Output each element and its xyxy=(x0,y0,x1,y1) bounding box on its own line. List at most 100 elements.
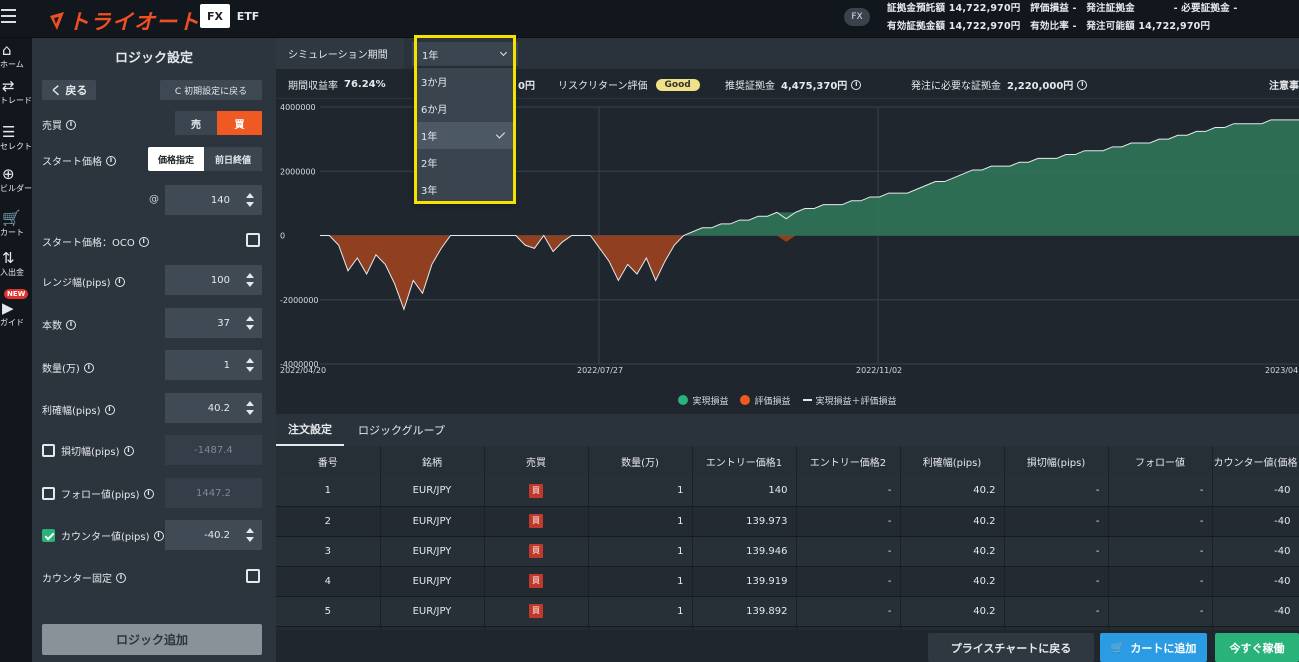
legend-line-icon xyxy=(802,399,812,401)
info-icon[interactable]: i xyxy=(66,119,76,130)
oco-label: スタート価格：OCO xyxy=(42,238,135,249)
cart-icon: 🛒 xyxy=(1110,641,1125,654)
info-icon[interactable]: i xyxy=(104,404,115,415)
period-option[interactable]: 3か月 xyxy=(415,68,513,95)
prev-close-toggle[interactable]: 前日終値 xyxy=(204,147,262,171)
period-select[interactable]: 1年 xyxy=(412,42,518,66)
info-icon[interactable]: i xyxy=(66,319,76,330)
chart-legend: 実現損益 評価損益 実現損益＋評価損益 xyxy=(276,390,1299,410)
spinner-icon[interactable] xyxy=(246,357,254,373)
sell-toggle[interactable]: 売 xyxy=(175,111,217,135)
follow-checkbox[interactable] xyxy=(42,487,55,500)
follow-input[interactable]: 1447.2 xyxy=(165,478,262,508)
info-icon[interactable]: i xyxy=(143,488,154,499)
sl-input[interactable]: -1487.4 xyxy=(165,435,262,465)
info-icon[interactable]: i xyxy=(851,79,862,90)
spinner-icon[interactable] xyxy=(246,192,254,208)
spinner-icon[interactable] xyxy=(246,400,254,416)
period-option[interactable]: 3年 xyxy=(415,176,513,203)
info-icon[interactable]: i xyxy=(1077,79,1088,90)
info-icon[interactable]: i xyxy=(83,362,94,373)
back-button[interactable]: く 戻る xyxy=(42,80,96,100)
counter-checkbox[interactable] xyxy=(42,529,55,542)
nav-item-guide[interactable]: ▶ ガイド xyxy=(0,300,32,328)
info-icon[interactable]: i xyxy=(114,276,125,287)
info-icon[interactable]: i xyxy=(116,572,126,583)
table-cell: - xyxy=(796,566,901,597)
table-header: 番号 銘柄 売買 数量(万) エントリー価格1 エントリー価格2 利確幅(pip… xyxy=(276,446,1299,476)
period-option[interactable]: 6か月 xyxy=(415,95,513,122)
counter-label: カウンター値(pips) xyxy=(61,532,150,543)
counter-fixed-checkbox[interactable] xyxy=(246,569,260,583)
qty-input[interactable]: 1 xyxy=(165,350,262,380)
return-label: 期間収益率 xyxy=(288,81,338,92)
reset-defaults-button[interactable]: C 初期設定に戻る xyxy=(160,80,262,100)
table-cell: 40.2 xyxy=(900,536,1005,567)
nav-item-home[interactable]: ⌂ ホーム xyxy=(0,42,32,70)
legend-label: 実現損益＋評価損益 xyxy=(815,396,897,407)
table-cell: 1 xyxy=(588,506,693,537)
run-now-button[interactable]: 今すぐ稼働 xyxy=(1215,633,1299,662)
table-cell: - xyxy=(796,506,901,537)
legend-item-realized[interactable]: 実現損益 xyxy=(678,394,728,407)
tab-order-settings[interactable]: 注文設定 xyxy=(276,414,344,446)
risk-badge: Good xyxy=(655,78,700,91)
add-logic-button[interactable]: ロジック追加 xyxy=(42,624,262,655)
oco-label-row: スタート価格：OCO i xyxy=(42,234,149,249)
period-option[interactable]: 2年 xyxy=(415,149,513,176)
tp-input[interactable]: 40.2 xyxy=(165,393,262,423)
add-to-cart-button[interactable]: 🛒 カートに追加 xyxy=(1100,633,1207,662)
market-tab-fx[interactable]: FX xyxy=(200,4,230,28)
period-option[interactable]: 1年 xyxy=(415,122,513,149)
count-input[interactable]: 37 xyxy=(165,308,262,338)
table-cell: 買 xyxy=(484,476,589,507)
nav-item-transfer[interactable]: ⇅ 入出金 xyxy=(0,250,32,278)
spinner-icon[interactable] xyxy=(246,527,254,543)
info-icon[interactable]: i xyxy=(138,236,149,247)
table-cell: 買 xyxy=(484,506,589,537)
table-cell: 139.946 xyxy=(692,536,797,567)
table-cell: - xyxy=(1004,596,1109,627)
buy-badge: 買 xyxy=(529,514,543,528)
back-to-price-chart-button[interactable]: プライスチャートに戻る xyxy=(928,633,1094,662)
table-row[interactable]: 2 EUR/JPY 買 1 139.973-40.2- - -40 xyxy=(276,506,1299,537)
logo[interactable]: トライオート xyxy=(48,6,200,36)
market-tab-etf[interactable]: ETF xyxy=(233,4,263,28)
account-summary-line2: 有効証拠金額 14,722,970円 有効比率 - 発注可能額 14,722,9… xyxy=(887,21,1211,32)
period-option-label: 6か月 xyxy=(421,105,448,116)
nav-item-trade[interactable]: ⇄ トレード xyxy=(0,78,32,106)
range-input[interactable]: 100 xyxy=(165,265,262,295)
notice-link[interactable]: 注意事 xyxy=(1269,77,1299,92)
nav-item-builder[interactable]: ⊕ ビルダー xyxy=(0,166,32,194)
sl-checkbox[interactable] xyxy=(42,444,55,457)
table-cell: 139.892 xyxy=(692,596,797,627)
col-header: 数量(万) xyxy=(588,446,693,476)
start-price-input[interactable]: 140 xyxy=(165,185,262,215)
nav-item-select[interactable]: ☰ セレクト xyxy=(0,124,32,152)
oco-checkbox[interactable] xyxy=(246,233,260,247)
period-option-label: 3年 xyxy=(421,186,438,197)
check-icon xyxy=(495,129,506,139)
nav-item-cart[interactable]: 🛒 カート xyxy=(0,210,32,238)
buy-toggle[interactable]: 買 xyxy=(217,111,262,135)
info-icon[interactable]: i xyxy=(123,445,134,456)
legend-item-unrealized[interactable]: 評価損益 xyxy=(740,394,791,407)
info-icon[interactable]: i xyxy=(106,155,116,166)
info-icon[interactable]: i xyxy=(153,530,164,541)
table-row[interactable]: 3 EUR/JPY 買 1 139.946-40.2- - -40 xyxy=(276,536,1299,567)
price-spec-toggle[interactable]: 価格指定 xyxy=(148,147,204,171)
legend-item-total[interactable]: 実現損益＋評価損益 xyxy=(802,394,897,407)
table-row[interactable]: 5 EUR/JPY 買 1 139.892-40.2- - -40 xyxy=(276,596,1299,627)
table-cell: 139.919 xyxy=(692,566,797,597)
tab-logic-group[interactable]: ロジックグループ xyxy=(346,414,457,446)
table-row[interactable]: 1 EUR/JPY 買 1 140-40.2- - -40 xyxy=(276,476,1299,507)
table-row[interactable]: 4 EUR/JPY 買 1 139.919-40.2- - -40 xyxy=(276,566,1299,597)
hamburger-menu-icon[interactable] xyxy=(1,9,16,23)
table-cell: 買 xyxy=(484,536,589,567)
footer-bar: プライスチャートに戻る 🛒 カートに追加 今すぐ稼働 xyxy=(276,630,1299,662)
counter-input[interactable]: -40.2 xyxy=(165,520,262,550)
spinner-icon[interactable] xyxy=(246,315,254,331)
select-icon: ☰ xyxy=(2,123,16,141)
spinner-icon[interactable] xyxy=(246,272,254,288)
tp-value: 40.2 xyxy=(207,402,230,414)
